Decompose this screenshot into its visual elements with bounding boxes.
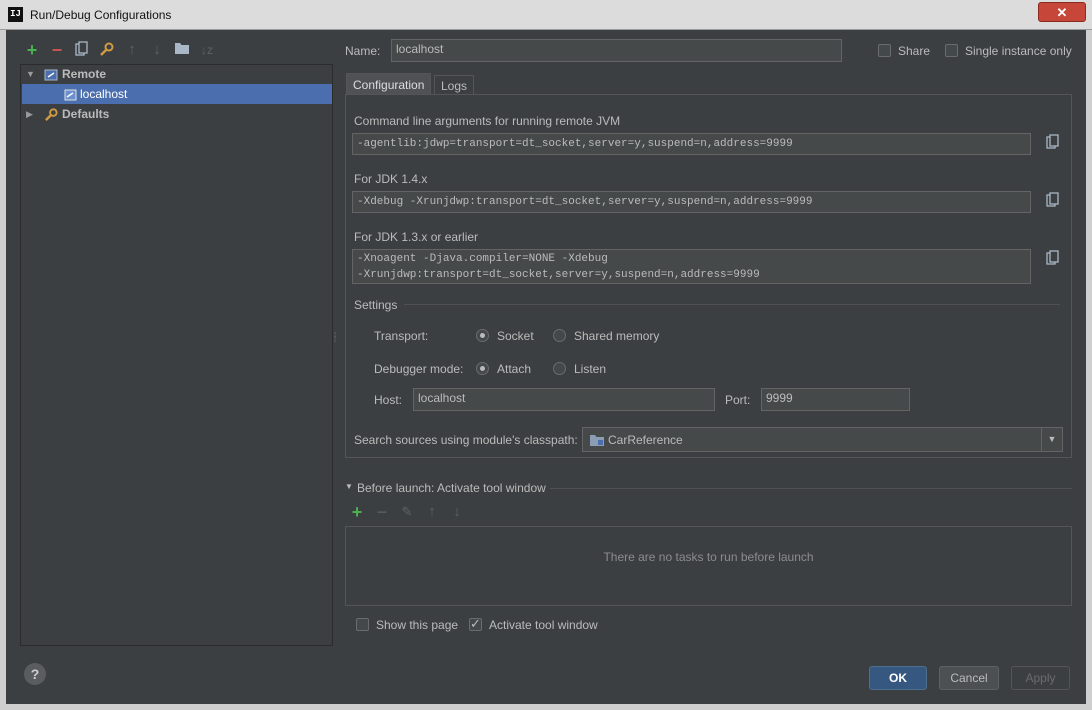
port-label: Port:: [725, 393, 751, 407]
move-up-icon[interactable]: ↑: [423, 503, 441, 521]
tree-item-remote[interactable]: ▼ Remote: [22, 64, 332, 84]
copy-icon[interactable]: [1042, 192, 1064, 214]
minus-icon[interactable]: −: [48, 41, 66, 59]
activate-tool-checkbox[interactable]: [469, 616, 482, 632]
transport-label: Transport:: [374, 329, 429, 343]
jdk13-line-2: -Xrunjdwp:transport=dt_socket,server=y,s…: [357, 269, 760, 281]
transport-shared-memory-radio[interactable]: [553, 329, 566, 342]
chevron-right-icon[interactable]: ▶: [26, 104, 33, 124]
chevron-down-icon[interactable]: ▼: [26, 64, 35, 84]
help-button[interactable]: ?: [24, 663, 46, 685]
remove-task-icon[interactable]: −: [373, 503, 391, 521]
show-page-checkbox[interactable]: [356, 618, 369, 631]
mode-attach-label: Attach: [497, 362, 532, 376]
jdk13-line-1: -Xnoagent -Djava.compiler=NONE -Xdebug: [357, 253, 608, 265]
name-input[interactable]: localhost: [391, 39, 842, 62]
jdk14-label: For JDK 1.4.x: [354, 172, 428, 186]
classpath-value: CarReference: [608, 433, 683, 447]
configuration-tree[interactable]: [20, 64, 333, 646]
activate-tool-label: Activate tool window: [489, 618, 598, 632]
ok-button[interactable]: OK: [869, 666, 927, 690]
host-label: Host:: [374, 393, 403, 407]
jdk13-label: For JDK 1.3.x or earlier: [354, 230, 479, 244]
sort-icon[interactable]: ↓z: [198, 41, 216, 59]
add-task-icon[interactable]: +: [348, 503, 366, 521]
settings-heading: Settings: [354, 298, 398, 312]
arrow-up-icon[interactable]: ↑: [123, 41, 141, 59]
classpath-label: Search sources using module's classpath:: [354, 433, 578, 447]
close-button[interactable]: ✕: [1038, 2, 1086, 22]
splitter-handle[interactable]: ⁞ ⁞: [334, 332, 340, 348]
wrench-icon[interactable]: [98, 41, 116, 59]
before-launch-title: Before launch: Activate tool window: [357, 481, 546, 495]
cmd-args-field[interactable]: -agentlib:jdwp=transport=dt_socket,serve…: [352, 133, 1031, 155]
cancel-button[interactable]: Cancel: [939, 666, 999, 690]
transport-socket-label: Socket: [497, 329, 534, 343]
single-instance-label: Single instance only: [965, 44, 1072, 58]
before-launch-separator: [550, 488, 1072, 489]
tree-item-label: Defaults: [62, 107, 110, 121]
share-checkbox[interactable]: [878, 44, 891, 57]
chevron-down-icon[interactable]: ▼: [1041, 428, 1062, 451]
cmd-args-label: Command line arguments for running remot…: [354, 114, 621, 128]
copy-icon[interactable]: [73, 41, 91, 59]
collapse-arrow-icon[interactable]: ▼: [345, 482, 353, 491]
host-input[interactable]: localhost: [413, 388, 715, 411]
tree-item-label: localhost: [80, 87, 128, 101]
window-frame-bottom: [0, 704, 1092, 710]
window-frame-right: [1086, 30, 1092, 710]
window-frame-left: [0, 30, 6, 710]
apply-button[interactable]: Apply: [1011, 666, 1070, 690]
window-title: Run/Debug Configurations: [30, 8, 172, 22]
classpath-select[interactable]: CarReference ▼: [582, 427, 1063, 452]
tab-logs[interactable]: Logs: [434, 75, 475, 95]
jdk14-field[interactable]: -Xdebug -Xrunjdwp:transport=dt_socket,se…: [352, 191, 1031, 213]
jdk13-field[interactable]: -Xnoagent -Djava.compiler=NONE -Xdebug -…: [352, 249, 1031, 284]
tree-item-localhost[interactable]: localhost: [22, 84, 332, 104]
name-label: Name:: [345, 44, 381, 58]
wrench-icon: [44, 107, 59, 128]
empty-tasks-text: There are no tasks to run before launch: [603, 550, 814, 564]
app-icon: IJ: [8, 7, 23, 22]
plus-icon[interactable]: +: [23, 41, 41, 59]
transport-shared-memory-label: Shared memory: [574, 329, 660, 343]
debugger-mode-label: Debugger mode:: [374, 362, 464, 376]
module-folder-icon: [589, 433, 605, 450]
edit-task-icon[interactable]: ✎: [398, 503, 416, 521]
single-instance-checkbox[interactable]: [945, 44, 958, 57]
copy-icon[interactable]: [1042, 134, 1064, 156]
tree-item-defaults[interactable]: ▶ Defaults: [22, 104, 332, 124]
before-launch-tasks-list[interactable]: [345, 526, 1072, 606]
transport-socket-radio[interactable]: [476, 329, 489, 342]
share-label: Share: [898, 44, 931, 58]
folder-icon[interactable]: [173, 41, 191, 59]
tab-configuration[interactable]: Configuration: [346, 73, 432, 95]
mode-listen-radio[interactable]: [553, 362, 566, 375]
port-input[interactable]: 9999: [761, 388, 910, 411]
mode-attach-radio[interactable]: [476, 362, 489, 375]
mode-listen-label: Listen: [574, 362, 607, 376]
tree-item-label: Remote: [62, 67, 107, 81]
show-page-label: Show this page: [376, 618, 459, 632]
move-down-icon[interactable]: ↓: [448, 503, 466, 521]
arrow-down-icon[interactable]: ↓: [148, 41, 166, 59]
settings-separator: [404, 304, 1060, 305]
copy-icon[interactable]: [1042, 250, 1064, 272]
